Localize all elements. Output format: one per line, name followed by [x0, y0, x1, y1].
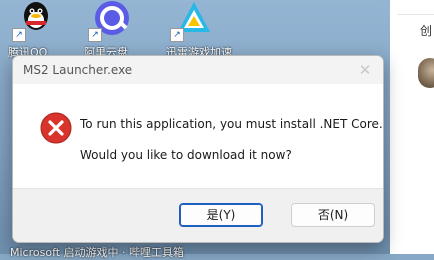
yes-button[interactable]: 是(Y) [179, 203, 263, 227]
panel-divider [398, 14, 434, 15]
dialog-footer: 是(Y) 否(N) [13, 188, 383, 242]
shortcut-arrow-icon: ↗ [88, 28, 102, 42]
error-icon [40, 112, 72, 144]
avatar[interactable] [418, 58, 434, 88]
desktop-icon-qq[interactable]: ↗ 腾讯QQ [8, 0, 64, 62]
desktop-bottom-labels: Microsoft 启动游戏中 · 哔哩工具箱 [10, 246, 185, 259]
no-button[interactable]: 否(N) [291, 203, 375, 227]
dialog-title: MS2 Launcher.exe [23, 63, 133, 77]
shortcut-arrow-icon: ↗ [170, 28, 184, 42]
dialog-message-line2: Would you like to download it now? [80, 148, 292, 162]
error-dialog: MS2 Launcher.exe ✕ To run this applicati… [12, 55, 384, 243]
desktop-icon-aliyun-drive[interactable]: ↗ 阿里云盘 [84, 0, 140, 62]
dialog-message-line1: To run this application, you must instal… [80, 117, 383, 131]
desktop-icon-game-accelerator[interactable]: ↗ 迅雷游戏加速 [166, 0, 232, 62]
dialog-content: To run this application, you must instal… [13, 84, 383, 188]
close-icon[interactable]: ✕ [353, 58, 377, 82]
shortcut-arrow-icon: ↗ [12, 28, 26, 42]
dialog-titlebar[interactable]: MS2 Launcher.exe ✕ [13, 56, 383, 84]
right-side-panel: 创 [390, 0, 434, 254]
panel-text: 创 [420, 24, 433, 38]
